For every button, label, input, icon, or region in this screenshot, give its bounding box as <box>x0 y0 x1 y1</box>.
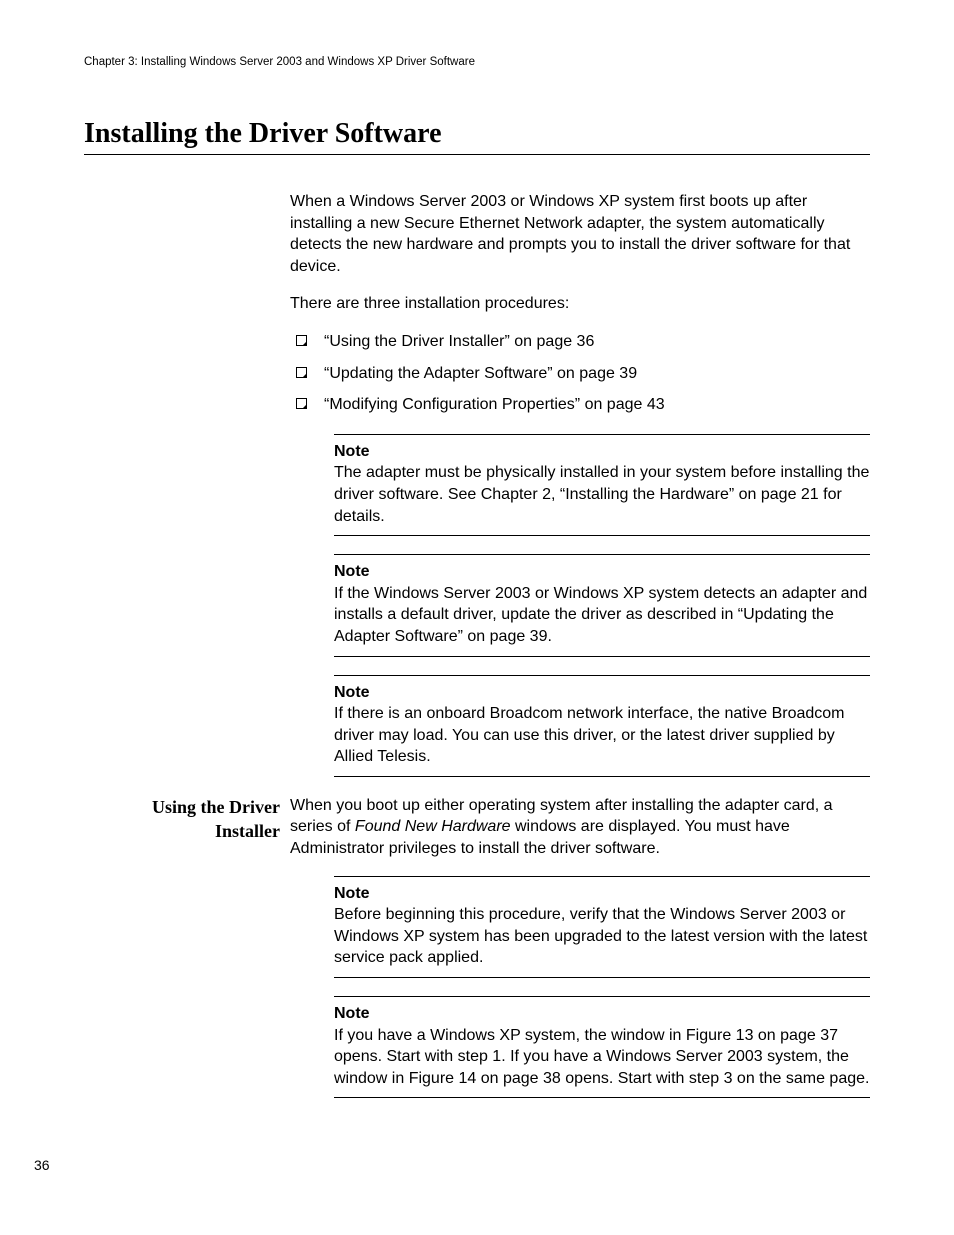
note-block: Note If you have a Windows XP system, th… <box>334 996 870 1098</box>
note-title: Note <box>334 883 870 905</box>
note-block: Note If there is an onboard Broadcom net… <box>334 675 870 777</box>
note-block: Note If the Windows Server 2003 or Windo… <box>334 554 870 656</box>
note-body: If there is an onboard Broadcom network … <box>334 703 870 768</box>
side-heading-line: Using the Driver <box>152 797 280 817</box>
list-item-label: “Using the Driver Installer” on page 36 <box>324 333 594 350</box>
side-heading-line: Installer <box>215 821 280 841</box>
note-body: Before beginning this procedure, verify … <box>334 904 870 969</box>
note-block: Note Before beginning this procedure, ve… <box>334 876 870 978</box>
note-body: If you have a Windows XP system, the win… <box>334 1025 870 1090</box>
running-header: Chapter 3: Installing Windows Server 200… <box>84 56 870 68</box>
text-run-italic: Found New Hardware <box>355 818 511 835</box>
note-title: Note <box>334 441 870 463</box>
note-body: The adapter must be physically installed… <box>334 462 870 527</box>
checkbox-icon <box>296 335 307 346</box>
list-item: “Modifying Configuration Properties” on … <box>290 394 870 416</box>
section2-paragraph: When you boot up either operating system… <box>290 795 870 860</box>
checkbox-icon <box>296 398 307 409</box>
side-column-blank-1 <box>84 191 280 795</box>
list-item-label: “Modifying Configuration Properties” on … <box>324 396 665 413</box>
note-block: Note The adapter must be physically inst… <box>334 434 870 536</box>
note-title: Note <box>334 561 870 583</box>
note-body: If the Windows Server 2003 or Windows XP… <box>334 583 870 648</box>
section2-block: When you boot up either operating system… <box>290 795 870 1117</box>
note-title: Note <box>334 682 870 704</box>
procedures-intro: There are three installation procedures: <box>290 293 870 315</box>
page-title: Installing the Driver Software <box>84 118 870 155</box>
intro-paragraph: When a Windows Server 2003 or Windows XP… <box>290 191 870 277</box>
procedures-list: “Using the Driver Installer” on page 36 … <box>290 331 870 416</box>
intro-block: When a Windows Server 2003 or Windows XP… <box>290 191 870 795</box>
page: Chapter 3: Installing Windows Server 200… <box>0 0 954 1235</box>
list-item: “Using the Driver Installer” on page 36 <box>290 331 870 353</box>
checkbox-icon <box>296 367 307 378</box>
note-title: Note <box>334 1003 870 1025</box>
side-heading-using-driver-installer: Using the Driver Installer <box>84 795 280 1117</box>
body-area: When a Windows Server 2003 or Windows XP… <box>84 191 870 1116</box>
list-item: “Updating the Adapter Software” on page … <box>290 363 870 385</box>
page-number: 36 <box>34 1157 50 1173</box>
list-item-label: “Updating the Adapter Software” on page … <box>324 365 637 382</box>
